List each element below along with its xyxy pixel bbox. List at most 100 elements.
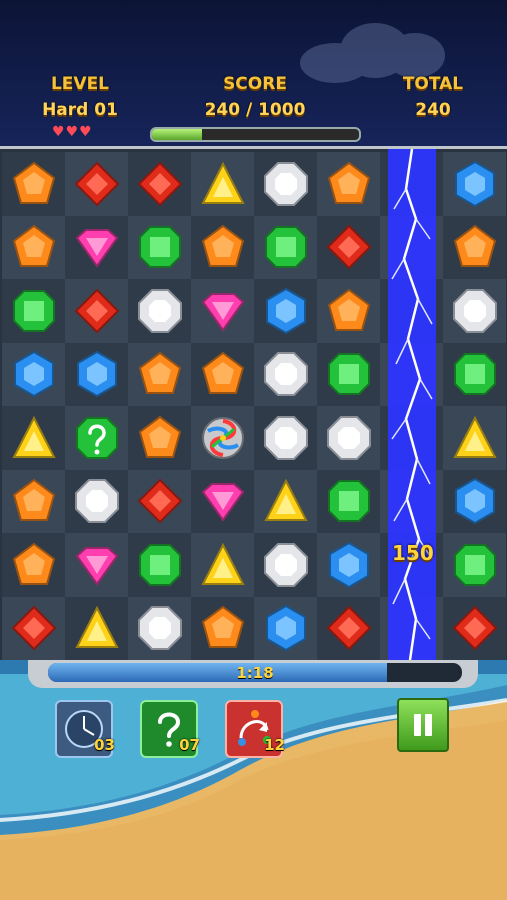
timer-track: 1:18 <box>48 663 462 682</box>
board-cell[interactable] <box>2 342 65 406</box>
blue-hexagon-gem-icon <box>265 287 306 334</box>
board-cell[interactable] <box>317 152 380 216</box>
blue-hexagon-gem-icon <box>454 160 495 207</box>
game-board: 150 <box>0 146 507 660</box>
board-cell[interactable] <box>191 279 254 343</box>
powerup-hint-button[interactable]: 07 <box>140 700 200 758</box>
bonus-points-popup: 150 <box>392 541 434 565</box>
level-value: Hard 01 <box>42 100 118 120</box>
score-progress-fill <box>152 129 202 140</box>
board-cell[interactable] <box>65 342 128 406</box>
green-square-gem-icon <box>327 480 370 523</box>
board-cell[interactable] <box>65 406 128 470</box>
board-cell[interactable] <box>443 596 506 660</box>
board-cell[interactable] <box>254 469 317 533</box>
powerup-shuffle-button[interactable]: 12 <box>225 700 285 758</box>
red-diamond-gem-icon <box>326 224 371 270</box>
board-cell[interactable] <box>65 279 128 343</box>
board-cell[interactable] <box>2 596 65 660</box>
white-octagon-gem-icon <box>263 415 308 460</box>
board-cell[interactable] <box>317 342 380 406</box>
board-cell[interactable] <box>317 215 380 279</box>
board-cell[interactable] <box>65 533 128 597</box>
board-cell[interactable] <box>128 596 191 660</box>
board-cell[interactable] <box>2 279 65 343</box>
blue-hexagon-gem-icon <box>76 351 117 398</box>
board-cell[interactable] <box>128 279 191 343</box>
board-cell[interactable] <box>128 533 191 597</box>
board-cell[interactable] <box>254 406 317 470</box>
board-cell[interactable] <box>254 279 317 343</box>
board-cell[interactable] <box>128 215 191 279</box>
total-label: TOTAL <box>402 74 464 94</box>
rainbow-orb-gem-icon <box>201 416 244 459</box>
board-cell[interactable] <box>2 406 65 470</box>
pause-button[interactable] <box>397 698 449 752</box>
board-cell[interactable] <box>128 152 191 216</box>
board-cell[interactable] <box>128 406 191 470</box>
board-cell[interactable] <box>2 152 65 216</box>
red-diamond-gem-icon <box>326 605 371 651</box>
board-cell[interactable] <box>254 152 317 216</box>
footer-panel: 1:18 03 07 12 <box>0 660 507 900</box>
board-cell[interactable] <box>254 533 317 597</box>
board-cell[interactable] <box>65 596 128 660</box>
board-cell[interactable] <box>443 342 506 406</box>
board-cell[interactable] <box>2 215 65 279</box>
yellow-triangle-gem-icon <box>200 161 245 204</box>
beach-background <box>0 660 507 900</box>
board-cell[interactable] <box>65 152 128 216</box>
powerup-hint-count: 07 <box>179 736 200 754</box>
powerup-time-button[interactable]: 03 <box>55 700 115 758</box>
red-diamond-gem-icon <box>74 288 119 334</box>
board-cell[interactable] <box>191 533 254 597</box>
board-cell[interactable] <box>443 533 506 597</box>
orange-pentagon-gem-icon <box>12 161 55 204</box>
orange-pentagon-gem-icon <box>327 288 370 331</box>
red-diamond-gem-icon <box>137 161 182 207</box>
orange-pentagon-gem-icon <box>201 606 244 649</box>
white-octagon-gem-icon <box>137 288 182 333</box>
orange-pentagon-gem-icon <box>12 479 55 522</box>
board-cell[interactable] <box>443 406 506 470</box>
board-cell[interactable] <box>317 596 380 660</box>
board-cell[interactable] <box>128 469 191 533</box>
score-progress-bar <box>150 127 361 142</box>
powerup-shuffle-count: 12 <box>264 736 285 754</box>
pink-heart-gem-icon <box>75 229 118 268</box>
timer-text: 1:18 <box>236 664 274 682</box>
heart-icon: ♥ <box>52 124 66 140</box>
board-cell[interactable] <box>443 469 506 533</box>
board-cell[interactable] <box>191 469 254 533</box>
board-cell[interactable] <box>65 469 128 533</box>
board-cell[interactable] <box>128 342 191 406</box>
board-cell[interactable] <box>2 469 65 533</box>
total-value: 240 <box>415 100 451 120</box>
board-cell[interactable] <box>443 279 506 343</box>
board-cell[interactable] <box>191 215 254 279</box>
score-value: 240 / 1000 <box>204 100 306 120</box>
board-cell[interactable] <box>191 342 254 406</box>
board-cell[interactable] <box>317 469 380 533</box>
yellow-triangle-gem-icon <box>263 479 308 522</box>
board-cell[interactable] <box>317 406 380 470</box>
blue-hexagon-gem-icon <box>265 605 306 652</box>
board-cell[interactable] <box>317 279 380 343</box>
board-cell[interactable] <box>443 152 506 216</box>
board-cell[interactable] <box>191 596 254 660</box>
board-cell[interactable] <box>443 215 506 279</box>
red-diamond-gem-icon <box>137 478 182 524</box>
board-cell[interactable] <box>254 342 317 406</box>
board-cell[interactable] <box>317 533 380 597</box>
board-cell[interactable] <box>65 215 128 279</box>
pink-heart-gem-icon <box>201 483 244 522</box>
board-cell[interactable] <box>191 152 254 216</box>
board-cell[interactable] <box>254 596 317 660</box>
heart-icon: ♥ <box>79 124 93 140</box>
orange-pentagon-gem-icon <box>138 415 181 458</box>
board-cell[interactable] <box>191 406 254 470</box>
orange-pentagon-gem-icon <box>327 161 370 204</box>
board-cell[interactable] <box>254 215 317 279</box>
board-cell[interactable] <box>2 533 65 597</box>
yellow-triangle-gem-icon <box>452 415 497 458</box>
